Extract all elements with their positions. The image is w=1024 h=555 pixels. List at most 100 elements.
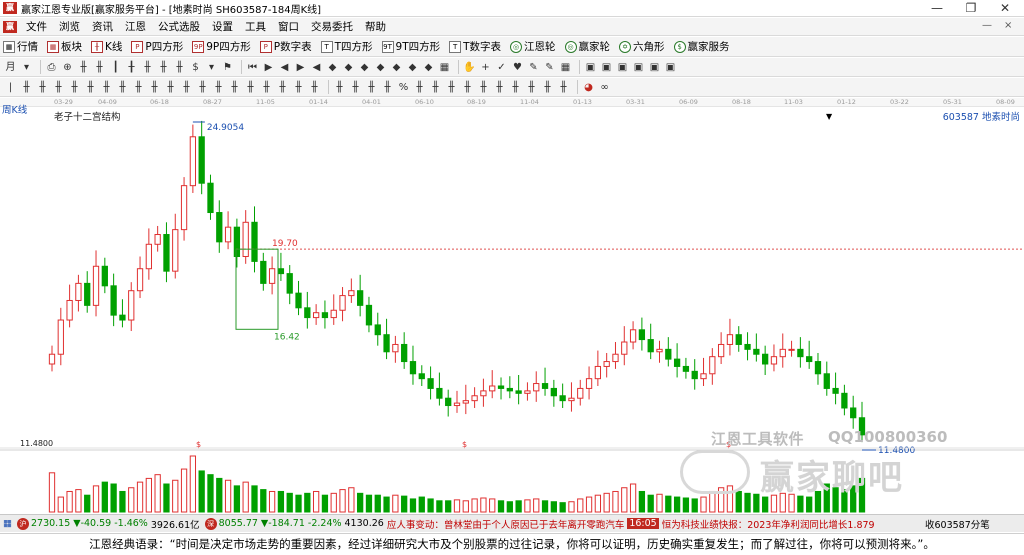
quotes-button[interactable]: ▦ 行情: [0, 38, 41, 56]
window-icon[interactable]: ▣: [648, 61, 661, 74]
t-square-button[interactable]: T T四方形: [318, 38, 376, 56]
hexagon-button[interactable]: ✡ 六角形: [616, 38, 668, 56]
diamond-icon[interactable]: ◆: [342, 61, 355, 74]
9t-square-button[interactable]: 9T 9T四方形: [379, 38, 444, 56]
candle-icon[interactable]: ╫: [196, 81, 209, 94]
line-icon[interactable]: |: [4, 81, 17, 94]
bar-chart-icon[interactable]: ╫: [413, 81, 426, 94]
candle-icon[interactable]: ╫: [308, 81, 321, 94]
grid-icon[interactable]: ▦: [3, 518, 12, 529]
bar-chart-icon[interactable]: ╫: [445, 81, 458, 94]
gann-wheel-button[interactable]: ◎ 江恩轮: [507, 38, 559, 56]
p-table-button[interactable]: P P数字表: [257, 38, 315, 56]
kline-button[interactable]: ╫ K线: [88, 38, 125, 56]
bar-chart-icon[interactable]: ╫: [509, 81, 522, 94]
pen-icon[interactable]: ✎: [543, 61, 556, 74]
t-table-button[interactable]: T T数字表: [446, 38, 504, 56]
winner-wheel-button[interactable]: ◎ 赢家轮: [562, 38, 614, 56]
candle-icon[interactable]: ╫: [36, 81, 49, 94]
bar-chart-icon[interactable]: ╫: [461, 81, 474, 94]
play-icon[interactable]: ▶: [262, 61, 275, 74]
menu-gann[interactable]: 江恩: [119, 19, 152, 34]
hand-icon[interactable]: ✋: [463, 61, 476, 74]
first-icon[interactable]: ⏮: [246, 61, 259, 74]
left-icon[interactable]: ◀: [310, 61, 323, 74]
candle-icon[interactable]: ╫: [228, 81, 241, 94]
news-ticker-1[interactable]: 应人事变动：曾林堂由于个人原因已于去年离开零跑汽车: [387, 517, 625, 531]
tick-label[interactable]: 收603587分笔: [922, 516, 990, 531]
news-ticker-2[interactable]: 恒为科技业绩快报：2023年净利润同比增长1.879: [662, 517, 875, 531]
bar-chart-icon[interactable]: ╫: [365, 81, 378, 94]
menu-file[interactable]: 文件: [20, 19, 53, 34]
inner-minimize-icon[interactable]: —: [982, 20, 992, 31]
table-icon[interactable]: ▦: [438, 61, 451, 74]
back-icon[interactable]: ◀: [278, 61, 291, 74]
menu-trade[interactable]: 交易委托: [305, 19, 359, 34]
percent-icon[interactable]: %: [397, 81, 410, 94]
candle-icon[interactable]: ╫: [132, 81, 145, 94]
p-square-button[interactable]: P P四方形: [128, 38, 186, 56]
candle-icon[interactable]: ╫: [148, 81, 161, 94]
candle-icon[interactable]: ╫: [52, 81, 65, 94]
infinity-icon[interactable]: ∞: [598, 81, 611, 94]
candle-icon[interactable]: ╫: [276, 81, 289, 94]
diamond-icon[interactable]: ◆: [374, 61, 387, 74]
minimize-icon[interactable]: —: [922, 0, 952, 17]
candle-icon[interactable]: ╫: [292, 81, 305, 94]
menu-settings[interactable]: 设置: [206, 19, 239, 34]
window-icon[interactable]: ▣: [600, 61, 613, 74]
close-icon[interactable]: ✕: [990, 0, 1020, 17]
candle-down-icon[interactable]: ╫: [93, 61, 106, 74]
candle-icon[interactable]: ╫: [100, 81, 113, 94]
candle-icon[interactable]: ╫: [244, 81, 257, 94]
window-icon[interactable]: ▣: [664, 61, 677, 74]
candle-icon[interactable]: ╫: [157, 61, 170, 74]
9p-square-button[interactable]: 9P 9P四方形: [189, 38, 254, 56]
month-period-icon[interactable]: 月: [4, 61, 17, 74]
menu-info[interactable]: 资讯: [86, 19, 119, 34]
bar-chart-icon[interactable]: ╫: [493, 81, 506, 94]
bar-chart-icon[interactable]: ╫: [381, 81, 394, 94]
kline-chart-panel[interactable]: 03-29 04-09 06-18 08-27 11-05 01-14 04-0…: [0, 98, 1024, 514]
candle-up-icon[interactable]: ╫: [77, 61, 90, 74]
candle-icon[interactable]: ╫: [260, 81, 273, 94]
winner-service-button[interactable]: $ 赢家服务: [671, 38, 733, 56]
menu-help[interactable]: 帮助: [359, 19, 392, 34]
table-icon[interactable]: ▦: [559, 61, 572, 74]
check-icon[interactable]: ✓: [495, 61, 508, 74]
bar-chart-icon[interactable]: ╫: [541, 81, 554, 94]
crosshair-icon[interactable]: +: [479, 61, 492, 74]
forward-icon[interactable]: ▶: [294, 61, 307, 74]
gift-icon[interactable]: ♥: [511, 61, 524, 74]
dollar-icon[interactable]: $: [189, 61, 202, 74]
restore-icon[interactable]: ❐: [956, 0, 986, 17]
diamond-icon[interactable]: ◆: [358, 61, 371, 74]
sectors-button[interactable]: ▦ 板块: [44, 38, 85, 56]
bar-chart-icon[interactable]: ╫: [557, 81, 570, 94]
candle-icon[interactable]: ╫: [212, 81, 225, 94]
bar-icon[interactable]: ┃: [109, 61, 122, 74]
menu-window[interactable]: 窗口: [272, 19, 305, 34]
inner-close-icon[interactable]: ×: [1004, 20, 1012, 31]
window-icon[interactable]: ▣: [584, 61, 597, 74]
diamond-icon[interactable]: ◆: [422, 61, 435, 74]
menu-tools[interactable]: 工具: [239, 19, 272, 34]
bar-chart-icon[interactable]: ╫: [333, 81, 346, 94]
color-wheel-icon[interactable]: ◕: [582, 81, 595, 94]
diamond-icon[interactable]: ◆: [326, 61, 339, 74]
flag-icon[interactable]: ⚑: [221, 61, 234, 74]
candle-icon[interactable]: ╫: [164, 81, 177, 94]
menu-formula[interactable]: 公式选股: [152, 19, 206, 34]
bar-chart-icon[interactable]: ╫: [349, 81, 362, 94]
window-icon[interactable]: ▣: [616, 61, 629, 74]
pen-icon[interactable]: ✎: [527, 61, 540, 74]
diamond-icon[interactable]: ◆: [406, 61, 419, 74]
candle-icon[interactable]: ╫: [173, 61, 186, 74]
bar-chart-icon[interactable]: ╫: [477, 81, 490, 94]
candle-icon[interactable]: ╫: [141, 61, 154, 74]
menu-browse[interactable]: 浏览: [53, 19, 86, 34]
dropdown-icon[interactable]: ▾: [205, 61, 218, 74]
ohlc-icon[interactable]: ╂: [125, 61, 138, 74]
candle-icon[interactable]: ╫: [180, 81, 193, 94]
print-icon[interactable]: ⎙: [45, 61, 58, 74]
